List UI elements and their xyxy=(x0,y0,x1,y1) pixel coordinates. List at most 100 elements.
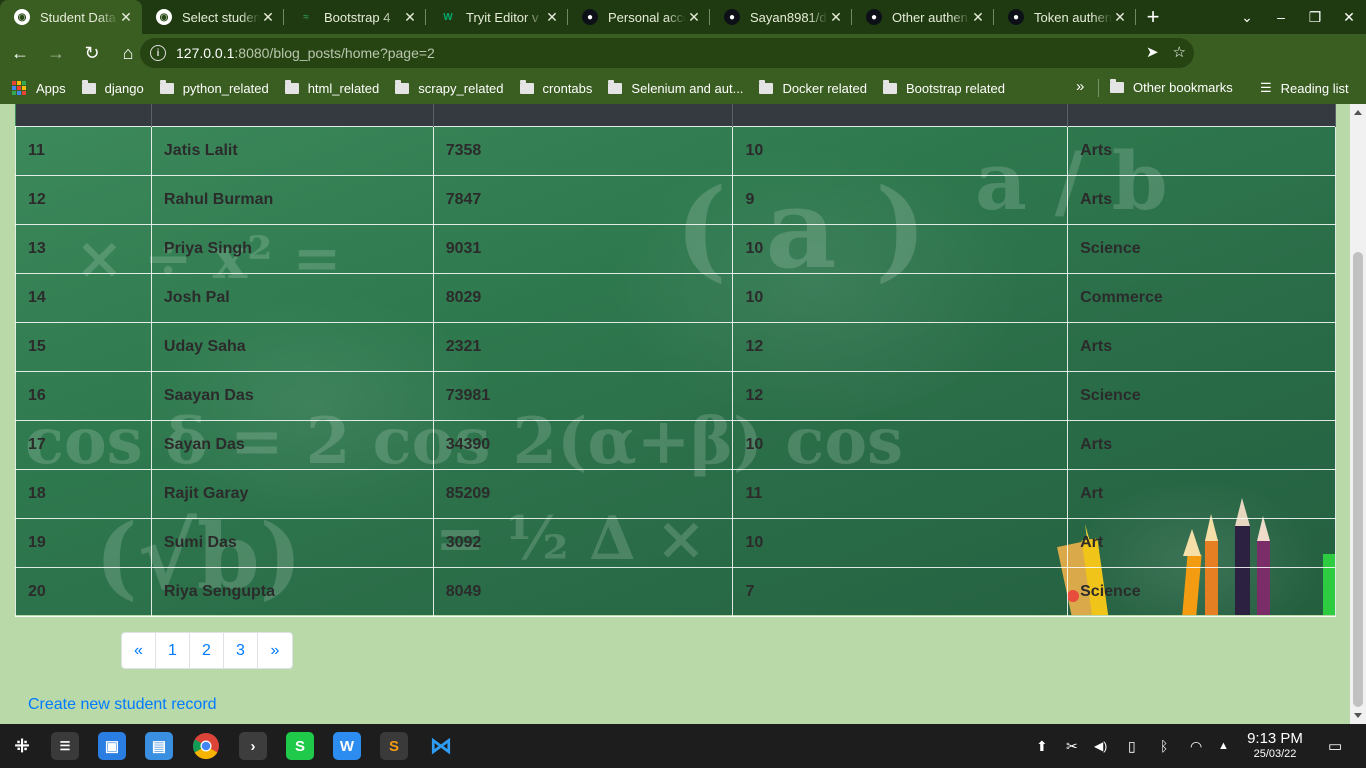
tab-8[interactable]: ● Token authen ✕ xyxy=(994,0,1136,34)
close-tab-icon[interactable]: ✕ xyxy=(402,9,418,26)
student-roll-cell: 73981 xyxy=(432,370,734,421)
close-tab-icon[interactable]: ✕ xyxy=(970,9,986,26)
other-bookmarks[interactable]: Other bookmarks xyxy=(1110,79,1233,95)
wps-writer-icon[interactable]: W xyxy=(333,732,361,760)
other-bookmarks-label: Other bookmarks xyxy=(1133,80,1233,95)
file-manager-icon[interactable]: ▤ xyxy=(145,732,173,760)
pagination-previous[interactable]: « xyxy=(122,633,156,668)
terminal-icon[interactable]: › xyxy=(239,732,267,760)
student-class-cell: 11 xyxy=(732,468,1069,519)
tab-1[interactable]: ◉ Student Data ✕ xyxy=(0,0,142,34)
clipboard-icon[interactable]: ▯ xyxy=(1128,738,1136,755)
tab-7[interactable]: ● Other authen ✕ xyxy=(852,0,994,34)
student-class-cell: 7 xyxy=(732,566,1069,617)
scroll-down-arrow-icon[interactable] xyxy=(1354,713,1362,718)
tab-title: Tryit Editor v xyxy=(466,9,539,25)
page-scrollbar[interactable] xyxy=(1350,104,1366,724)
bookmark-crontabs[interactable]: crontabs xyxy=(519,79,592,96)
url-path: :8080/blog_posts/home?page=2 xyxy=(234,45,435,61)
reload-icon[interactable]: ↻ xyxy=(76,37,108,69)
bluetooth-icon[interactable]: ᛒ xyxy=(1160,738,1168,754)
bookmark-docker-related[interactable]: Docker related xyxy=(759,79,867,96)
tab-5[interactable]: ● Personal acco ✕ xyxy=(568,0,710,34)
student-stream-cell: Science xyxy=(1067,566,1336,617)
url-host: 127.0.0.1 xyxy=(176,45,235,61)
restore-icon[interactable]: ❐ xyxy=(1298,9,1332,26)
software-store-icon[interactable]: ▣ xyxy=(98,732,126,760)
bookmark-bootstrap-related[interactable]: Bootstrap related xyxy=(882,79,1005,96)
pagination: «1 2 3» xyxy=(121,632,293,669)
bookmark-apps[interactable]: Apps xyxy=(12,81,66,96)
vscode-icon[interactable]: ⋈ xyxy=(427,732,455,760)
new-tab-button[interactable]: + xyxy=(1136,0,1170,34)
launcher-icon[interactable]: ⁜ xyxy=(8,732,36,760)
bookmarks-overflow-button[interactable]: » xyxy=(1076,78,1084,95)
folder-icon xyxy=(81,79,96,94)
spreadsheet-app-icon[interactable]: S xyxy=(286,732,314,760)
tab-search-icon[interactable]: ⌄ xyxy=(1230,9,1264,26)
tab-3[interactable]: ≈ Bootstrap 4 ✕ xyxy=(284,0,426,34)
pagination-page-3[interactable]: 3 xyxy=(224,633,258,668)
student-name-cell: Rahul Burman xyxy=(150,174,434,225)
close-tab-icon[interactable]: ✕ xyxy=(828,9,844,26)
close-tab-icon[interactable]: ✕ xyxy=(260,9,276,26)
student-stream-cell: Arts xyxy=(1067,125,1336,176)
volume-icon[interactable]: ◀) xyxy=(1094,739,1107,753)
pagination-page-1[interactable]: 1 xyxy=(156,633,190,668)
screenshot-scissors-icon[interactable]: ✂ xyxy=(1066,738,1078,755)
settings-sliders-icon[interactable]: ☰ xyxy=(51,732,79,760)
student-class-cell: 10 xyxy=(732,419,1069,470)
student-name-cell: Rajit Garay xyxy=(150,468,434,519)
chrome-icon[interactable] xyxy=(192,732,220,760)
address-bar[interactable]: i 127.0.0.1:8080/blog_posts/home?page=2 … xyxy=(140,38,1194,68)
bookmark-django[interactable]: django xyxy=(81,79,144,96)
close-tab-icon[interactable]: ✕ xyxy=(118,9,134,26)
send-to-device-icon[interactable]: ➤ xyxy=(1146,43,1159,61)
close-window-icon[interactable]: ✕ xyxy=(1332,9,1366,26)
reading-list-icon: ☰ xyxy=(1260,80,1272,95)
bookmark-selenium-and-aut[interactable]: Selenium and aut... xyxy=(608,79,743,96)
student-roll-cell: 7358 xyxy=(432,125,734,176)
student-roll-cell: 8029 xyxy=(432,272,734,323)
globe-icon: ◉ xyxy=(156,9,172,25)
minimize-icon[interactable]: – xyxy=(1264,9,1298,25)
close-tab-icon[interactable]: ✕ xyxy=(544,9,560,26)
update-icon[interactable]: ⬆ xyxy=(1036,738,1048,755)
bookmark-list: Apps django python_related html_related scra… xyxy=(0,79,1009,96)
tab-4[interactable]: W Tryit Editor v ✕ xyxy=(426,0,568,34)
bookmark-star-icon[interactable]: ☆ xyxy=(1173,43,1186,61)
bookmark-python-related[interactable]: python_related xyxy=(159,79,269,96)
student-table-container: cos δ = 2 cos 2(α+β) cos × ÷ x² = ( a ) … xyxy=(15,104,1336,617)
bookmark-scrapy-related[interactable]: scrapy_related xyxy=(395,79,504,96)
back-icon[interactable]: ← xyxy=(4,37,36,69)
scroll-up-arrow-icon[interactable] xyxy=(1354,110,1362,115)
scroll-thumb[interactable] xyxy=(1353,252,1363,707)
close-tab-icon[interactable]: ✕ xyxy=(686,9,702,26)
tray-expand-icon[interactable]: ▲ xyxy=(1218,740,1229,752)
apps-grid-icon xyxy=(12,81,26,95)
tab-title: Sayan8981/d xyxy=(750,9,827,25)
site-info-icon[interactable]: i xyxy=(150,45,166,61)
student-id-cell: 11 xyxy=(15,125,152,176)
system-clock[interactable]: 9:13 PM 25/03/22 xyxy=(1240,730,1310,760)
table-row: 13 Priya Singh 9031 10 Science xyxy=(15,223,1336,274)
forward-icon[interactable]: → xyxy=(40,37,72,69)
folder-icon xyxy=(284,79,299,94)
student-name-cell: Sumi Das xyxy=(150,517,434,568)
bookmark-html-related[interactable]: html_related xyxy=(284,79,379,96)
github-icon: ● xyxy=(866,9,882,25)
student-table: 11 Jatis Lalit 7358 10 Arts 12 Rahul Burman 784… xyxy=(15,104,1336,617)
student-class-cell: 12 xyxy=(732,321,1069,372)
pagination-next[interactable]: » xyxy=(258,633,292,668)
wifi-icon[interactable]: ◠ xyxy=(1190,738,1202,755)
close-tab-icon[interactable]: ✕ xyxy=(1112,9,1128,26)
table-row: 15 Uday Saha 2321 12 Arts xyxy=(15,321,1336,372)
create-student-link[interactable]: Create new student record xyxy=(28,696,217,714)
tab-2[interactable]: ◉ Select studen ✕ xyxy=(142,0,284,34)
pagination-page-2[interactable]: 2 xyxy=(190,633,224,668)
tab-6[interactable]: ● Sayan8981/d ✕ xyxy=(710,0,852,34)
reading-list[interactable]: ☰ Reading list xyxy=(1260,80,1349,96)
globe-icon: ◉ xyxy=(14,9,30,25)
notifications-icon[interactable]: ▭ xyxy=(1328,737,1342,755)
sublime-text-icon[interactable]: S xyxy=(380,732,408,760)
